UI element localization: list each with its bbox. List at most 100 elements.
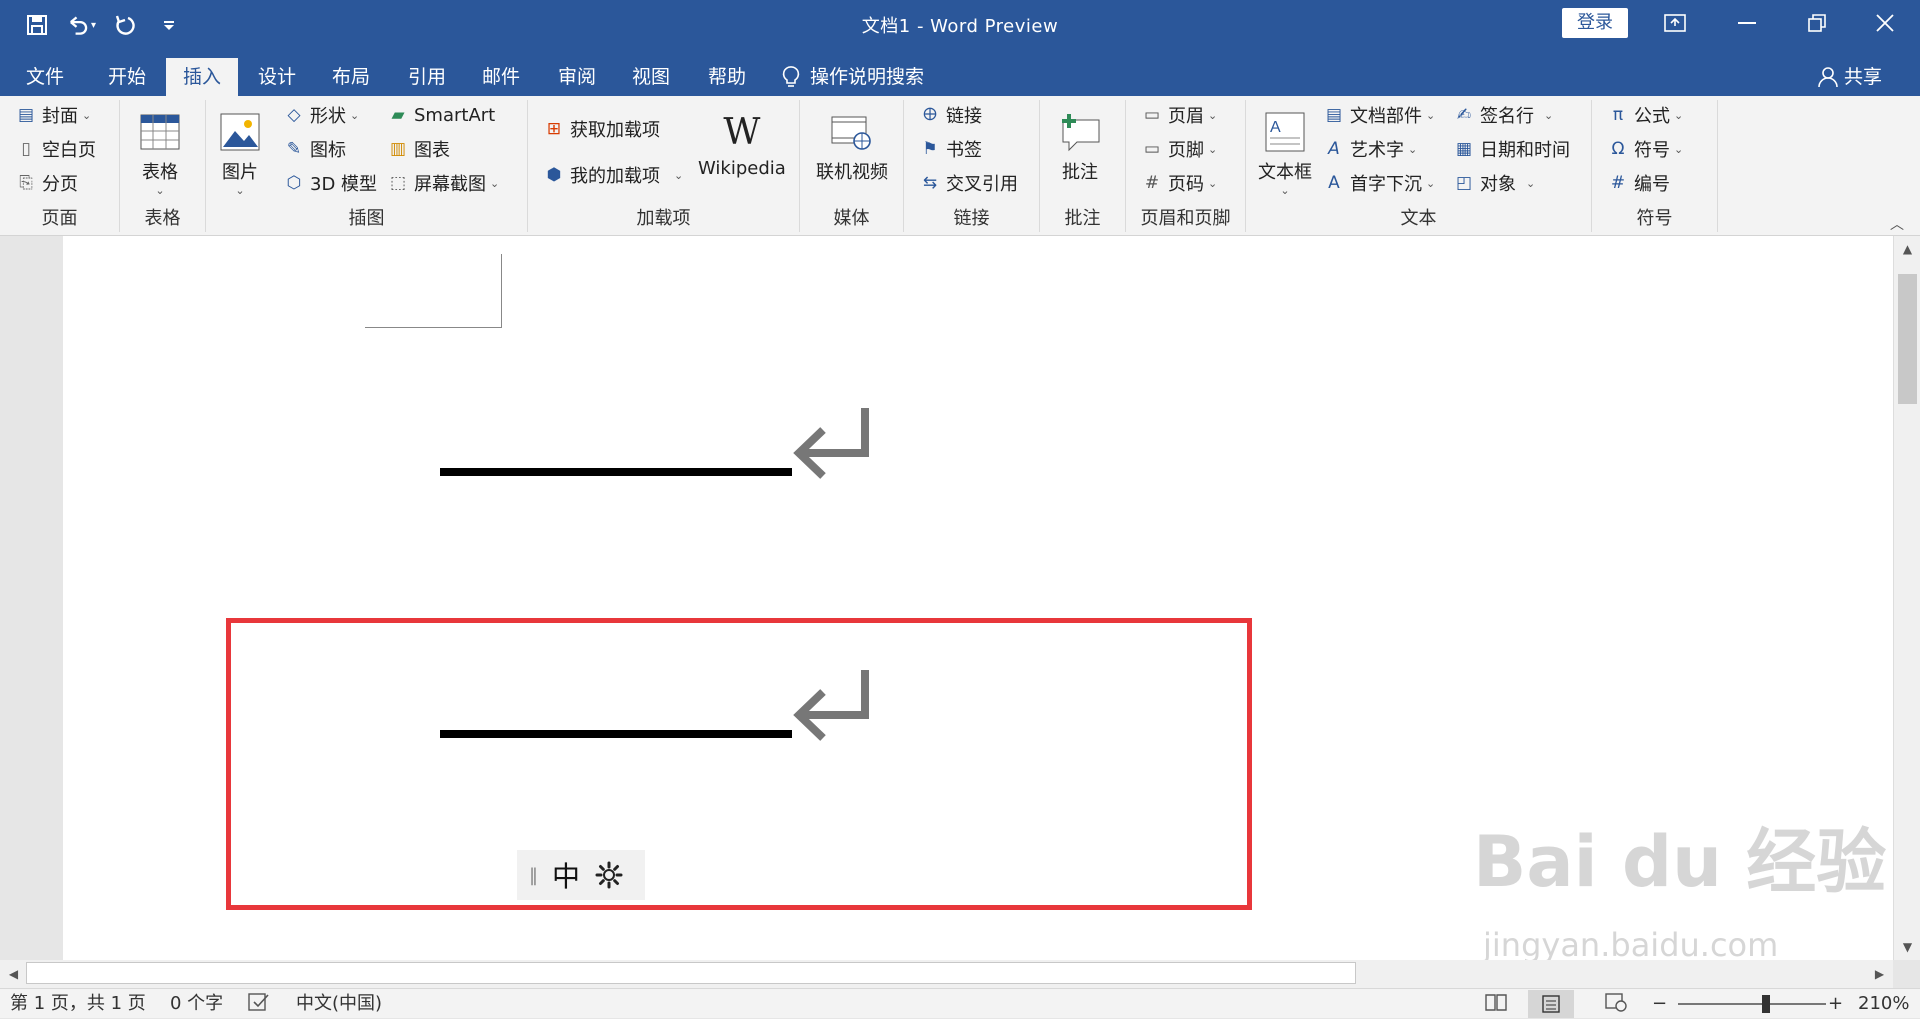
chart-button[interactable]: ▥ 图表	[386, 134, 450, 164]
zoom-in-icon[interactable]: +	[1828, 992, 1843, 1016]
share-button[interactable]: 共享	[1818, 58, 1882, 96]
screenshot-button[interactable]: ⬚ 屏幕截图 ⌄	[386, 168, 499, 198]
group-label-text: 文本	[1400, 208, 1437, 229]
zoom-slider[interactable]	[1678, 1003, 1826, 1005]
print-layout-icon[interactable]	[1528, 990, 1574, 1018]
table-button[interactable]: 表格 ⌄	[138, 110, 182, 197]
horizontal-scroll-thumb[interactable]	[26, 962, 1356, 984]
drop-cap-icon: A	[1328, 173, 1340, 193]
quick-parts-button[interactable]: ▤ 文档部件 ⌄	[1322, 100, 1435, 130]
login-button[interactable]: 登录	[1562, 8, 1628, 38]
group-addins: ⊞ 获取加载项 ⬢ 我的加载项 ⌄ W Wikipedia 加载项	[528, 100, 800, 232]
scroll-down-icon[interactable]: ▼	[1894, 936, 1920, 958]
ime-drag-handle-icon[interactable]: ‖	[529, 865, 538, 886]
icons-button[interactable]: ✎ 图标	[282, 134, 346, 164]
scroll-left-icon[interactable]: ◀	[0, 963, 27, 985]
tab-home[interactable]: 开始	[96, 58, 158, 96]
page-break-button[interactable]: ⎘ 分页	[14, 168, 78, 198]
textbox-icon: A	[1263, 110, 1307, 154]
close-icon[interactable]	[1850, 0, 1920, 46]
page-count[interactable]: 第 1 页，共 1 页	[10, 992, 146, 1016]
equation-button[interactable]: π 公式 ⌄	[1606, 100, 1683, 130]
pictures-button[interactable]: 图片 ⌄	[218, 110, 262, 197]
smartart-button[interactable]: ▰ SmartArt	[386, 100, 495, 130]
date-time-button[interactable]: ▦ 日期和时间	[1452, 134, 1570, 164]
scroll-up-icon[interactable]: ▲	[1894, 238, 1920, 260]
word-count[interactable]: 0 个字	[170, 992, 223, 1016]
title-bar: ▾ 文档1 - Word Preview 登录	[0, 0, 1920, 50]
quick-parts-icon: ▤	[1325, 105, 1343, 125]
my-addins-button[interactable]: ⬢ 我的加载项 ⌄	[542, 160, 684, 190]
comment-icon	[1058, 110, 1102, 154]
vertical-scrollbar[interactable]: ▲ ▼	[1893, 236, 1920, 960]
zoom-slider-thumb[interactable]	[1762, 995, 1770, 1013]
bookmark-button[interactable]: ⚑ 书签	[918, 134, 982, 164]
collapse-ribbon-icon[interactable]: ︿	[1890, 214, 1904, 234]
header-icon: ▭	[1143, 105, 1161, 125]
gear-icon[interactable]	[594, 860, 624, 890]
new-comment-button[interactable]: 批注	[1058, 110, 1102, 184]
page-number-button[interactable]: # 页码 ⌄	[1140, 168, 1217, 198]
zoom-level[interactable]: 210%	[1858, 992, 1909, 1016]
ime-mode-toggle[interactable]: 中	[552, 855, 580, 895]
language-indicator[interactable]: 中文(中国)	[296, 992, 382, 1016]
highlight-box	[226, 618, 1252, 910]
addins-icon: ⬢	[546, 165, 562, 185]
cross-reference-button[interactable]: ⇆ 交叉引用	[918, 168, 1018, 198]
link-button[interactable]: 🜨 链接	[918, 100, 982, 130]
group-label-links: 链接	[953, 208, 990, 229]
group-label-symbols: 符号	[1636, 208, 1673, 229]
picture-icon	[218, 110, 262, 154]
number-button[interactable]: # 编号	[1606, 168, 1670, 198]
tab-help[interactable]: 帮助	[696, 58, 758, 96]
wordart-button[interactable]: A 艺术字 ⌄	[1322, 134, 1417, 164]
signature-icon: ✍	[1456, 105, 1472, 125]
cube-icon: ⬡	[286, 173, 302, 193]
tab-mailings[interactable]: 邮件	[470, 58, 532, 96]
store-icon: ⊞	[546, 119, 562, 139]
screenshot-icon: ⬚	[389, 173, 407, 193]
3d-model-button[interactable]: ⬡ 3D 模型	[282, 168, 377, 198]
online-video-button[interactable]: 联机视频	[816, 110, 888, 184]
cover-page-button[interactable]: ▤ 封面 ⌄	[14, 100, 91, 130]
tab-design[interactable]: 设计	[246, 58, 308, 96]
group-label-tables: 表格	[144, 208, 181, 229]
scroll-right-icon[interactable]: ▶	[1866, 963, 1893, 985]
table-icon	[138, 110, 182, 154]
wikipedia-button[interactable]: W Wikipedia	[698, 110, 786, 180]
footer-button[interactable]: ▭ 页脚 ⌄	[1140, 134, 1217, 164]
tab-file[interactable]: 文件	[14, 58, 76, 96]
minimize-icon[interactable]	[1712, 0, 1782, 46]
tab-view[interactable]: 视图	[620, 58, 682, 96]
get-addins-button[interactable]: ⊞ 获取加载项	[542, 114, 660, 144]
tell-me-search[interactable]: 操作说明搜索	[782, 58, 924, 96]
vertical-scroll-thumb[interactable]	[1898, 274, 1917, 404]
tab-review[interactable]: 审阅	[546, 58, 608, 96]
footer-icon: ▭	[1143, 139, 1161, 159]
blank-page-button[interactable]: ▯ 空白页	[14, 134, 96, 164]
document-page[interactable]: ‖ 中 Bai du 经验 jingyan.baidu.com	[63, 236, 1893, 960]
signature-line-button[interactable]: ✍ 签名行 ⌄	[1452, 100, 1553, 130]
ribbon-display-icon[interactable]	[1640, 0, 1710, 46]
group-text: A 文本框 ⌄ ▤ 文档部件 ⌄ A 艺术字 ⌄ A 首字下沉 ⌄ ✍ 签名行 ⌄ ▦ 日期和时间 …	[1246, 100, 1592, 232]
video-icon	[830, 110, 874, 154]
tab-insert[interactable]: 插入	[166, 58, 238, 96]
textbox-button[interactable]: A 文本框 ⌄	[1258, 110, 1312, 197]
icons-icon: ✎	[286, 139, 302, 159]
group-links: 🜨 链接 ⚑ 书签 ⇆ 交叉引用 链接	[904, 100, 1040, 232]
tab-references[interactable]: 引用	[396, 58, 458, 96]
symbol-button[interactable]: Ω 符号 ⌄	[1606, 134, 1684, 164]
tab-layout[interactable]: 布局	[320, 58, 382, 96]
shapes-button[interactable]: ◇ 形状 ⌄	[282, 100, 359, 130]
read-mode-icon[interactable]	[1484, 992, 1508, 1016]
zoom-out-icon[interactable]: −	[1652, 992, 1667, 1016]
drop-cap-button[interactable]: A 首字下沉 ⌄	[1322, 168, 1435, 198]
proofing-icon[interactable]	[248, 992, 270, 1016]
number-icon: #	[1610, 173, 1626, 193]
object-button[interactable]: ◰ 对象 ⌄	[1452, 168, 1535, 198]
bookmark-icon: ⚑	[922, 139, 938, 159]
header-button[interactable]: ▭ 页眉 ⌄	[1140, 100, 1217, 130]
horizontal-scrollbar[interactable]: ◀ ▶	[0, 960, 1893, 988]
web-layout-icon[interactable]	[1604, 992, 1628, 1016]
restore-icon[interactable]	[1782, 0, 1852, 46]
